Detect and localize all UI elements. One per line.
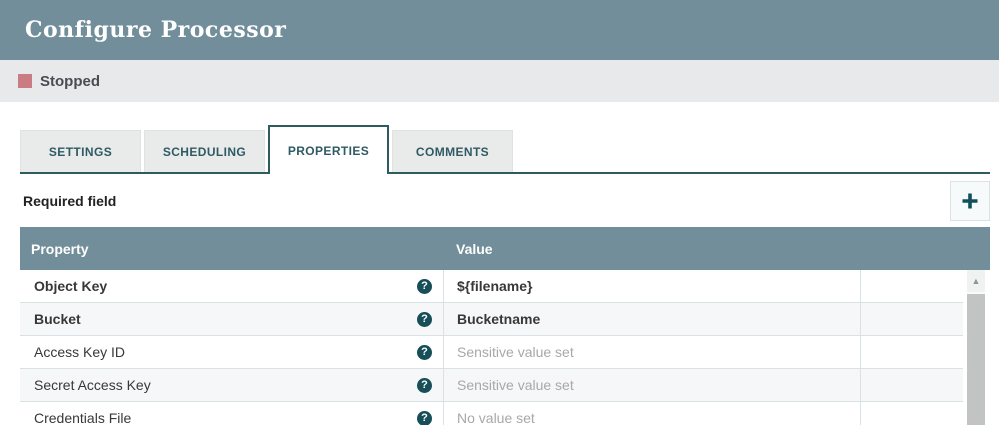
dialog-title: Configure Processor bbox=[25, 17, 286, 43]
extra-cell bbox=[860, 369, 963, 401]
required-field-label: Required field bbox=[20, 193, 116, 209]
help-icon[interactable]: ? bbox=[417, 279, 432, 294]
tab-properties-label: PROPERTIES bbox=[288, 144, 369, 158]
add-property-button[interactable] bbox=[950, 181, 990, 221]
value-cell[interactable]: No value set bbox=[443, 402, 860, 425]
property-name: Access Key ID bbox=[34, 344, 125, 360]
table-row[interactable]: Object Key ? ${filename} bbox=[20, 270, 963, 303]
value-cell[interactable]: Sensitive value set bbox=[443, 336, 860, 368]
extra-cell bbox=[860, 303, 963, 335]
dialog-header: Configure Processor bbox=[0, 0, 999, 60]
property-cell: Bucket ? bbox=[20, 303, 443, 335]
property-cell: Credentials File ? bbox=[20, 402, 443, 425]
value-cell[interactable]: ${filename} bbox=[443, 270, 860, 302]
property-name: Bucket bbox=[34, 311, 81, 327]
help-icon[interactable]: ? bbox=[417, 411, 432, 425]
stopped-status-icon bbox=[18, 74, 32, 88]
properties-table: Property Value Object Key ? ${filename} … bbox=[20, 227, 990, 425]
table-row[interactable]: Access Key ID ? Sensitive value set bbox=[20, 336, 963, 369]
value-cell[interactable]: Bucketname bbox=[443, 303, 860, 335]
column-header-value: Value bbox=[443, 241, 990, 257]
tab-properties[interactable]: PROPERTIES bbox=[268, 125, 389, 174]
property-cell: Access Key ID ? bbox=[20, 336, 443, 368]
property-name: Credentials File bbox=[34, 410, 131, 425]
tab-settings-label: SETTINGS bbox=[49, 145, 112, 159]
extra-cell bbox=[860, 336, 963, 368]
table-row[interactable]: Secret Access Key ? Sensitive value set bbox=[20, 369, 963, 402]
table-scrollbar: ▲ bbox=[967, 270, 985, 425]
tab-scheduling-label: SCHEDULING bbox=[163, 145, 246, 159]
properties-toolbar: Required field bbox=[20, 174, 990, 227]
property-name: Object Key bbox=[34, 278, 107, 294]
property-cell: Secret Access Key ? bbox=[20, 369, 443, 401]
dialog-content: SETTINGS SCHEDULING PROPERTIES COMMENTS … bbox=[0, 125, 999, 425]
table-body: Object Key ? ${filename} Bucket ? Bucket… bbox=[20, 270, 990, 425]
value-cell[interactable]: Sensitive value set bbox=[443, 369, 860, 401]
help-icon[interactable]: ? bbox=[417, 312, 432, 327]
table-row[interactable]: Credentials File ? No value set bbox=[20, 402, 963, 425]
property-name: Secret Access Key bbox=[34, 377, 151, 393]
column-header-property: Property bbox=[20, 241, 443, 257]
extra-cell bbox=[860, 270, 963, 302]
status-label: Stopped bbox=[40, 73, 100, 90]
scrollbar-thumb[interactable] bbox=[967, 294, 985, 425]
tab-comments[interactable]: COMMENTS bbox=[392, 130, 513, 172]
tab-comments-label: COMMENTS bbox=[416, 145, 489, 159]
tab-settings[interactable]: SETTINGS bbox=[20, 130, 141, 172]
scrollbar-up-arrow-icon[interactable]: ▲ bbox=[967, 270, 985, 292]
plus-icon bbox=[960, 191, 980, 211]
property-cell: Object Key ? bbox=[20, 270, 443, 302]
help-icon[interactable]: ? bbox=[417, 345, 432, 360]
status-bar: Stopped bbox=[0, 60, 999, 102]
table-row[interactable]: Bucket ? Bucketname bbox=[20, 303, 963, 336]
table-header-row: Property Value bbox=[20, 227, 990, 270]
tab-scheduling[interactable]: SCHEDULING bbox=[144, 130, 265, 172]
extra-cell bbox=[860, 402, 963, 425]
tab-bar: SETTINGS SCHEDULING PROPERTIES COMMENTS bbox=[20, 125, 990, 174]
help-icon[interactable]: ? bbox=[417, 378, 432, 393]
